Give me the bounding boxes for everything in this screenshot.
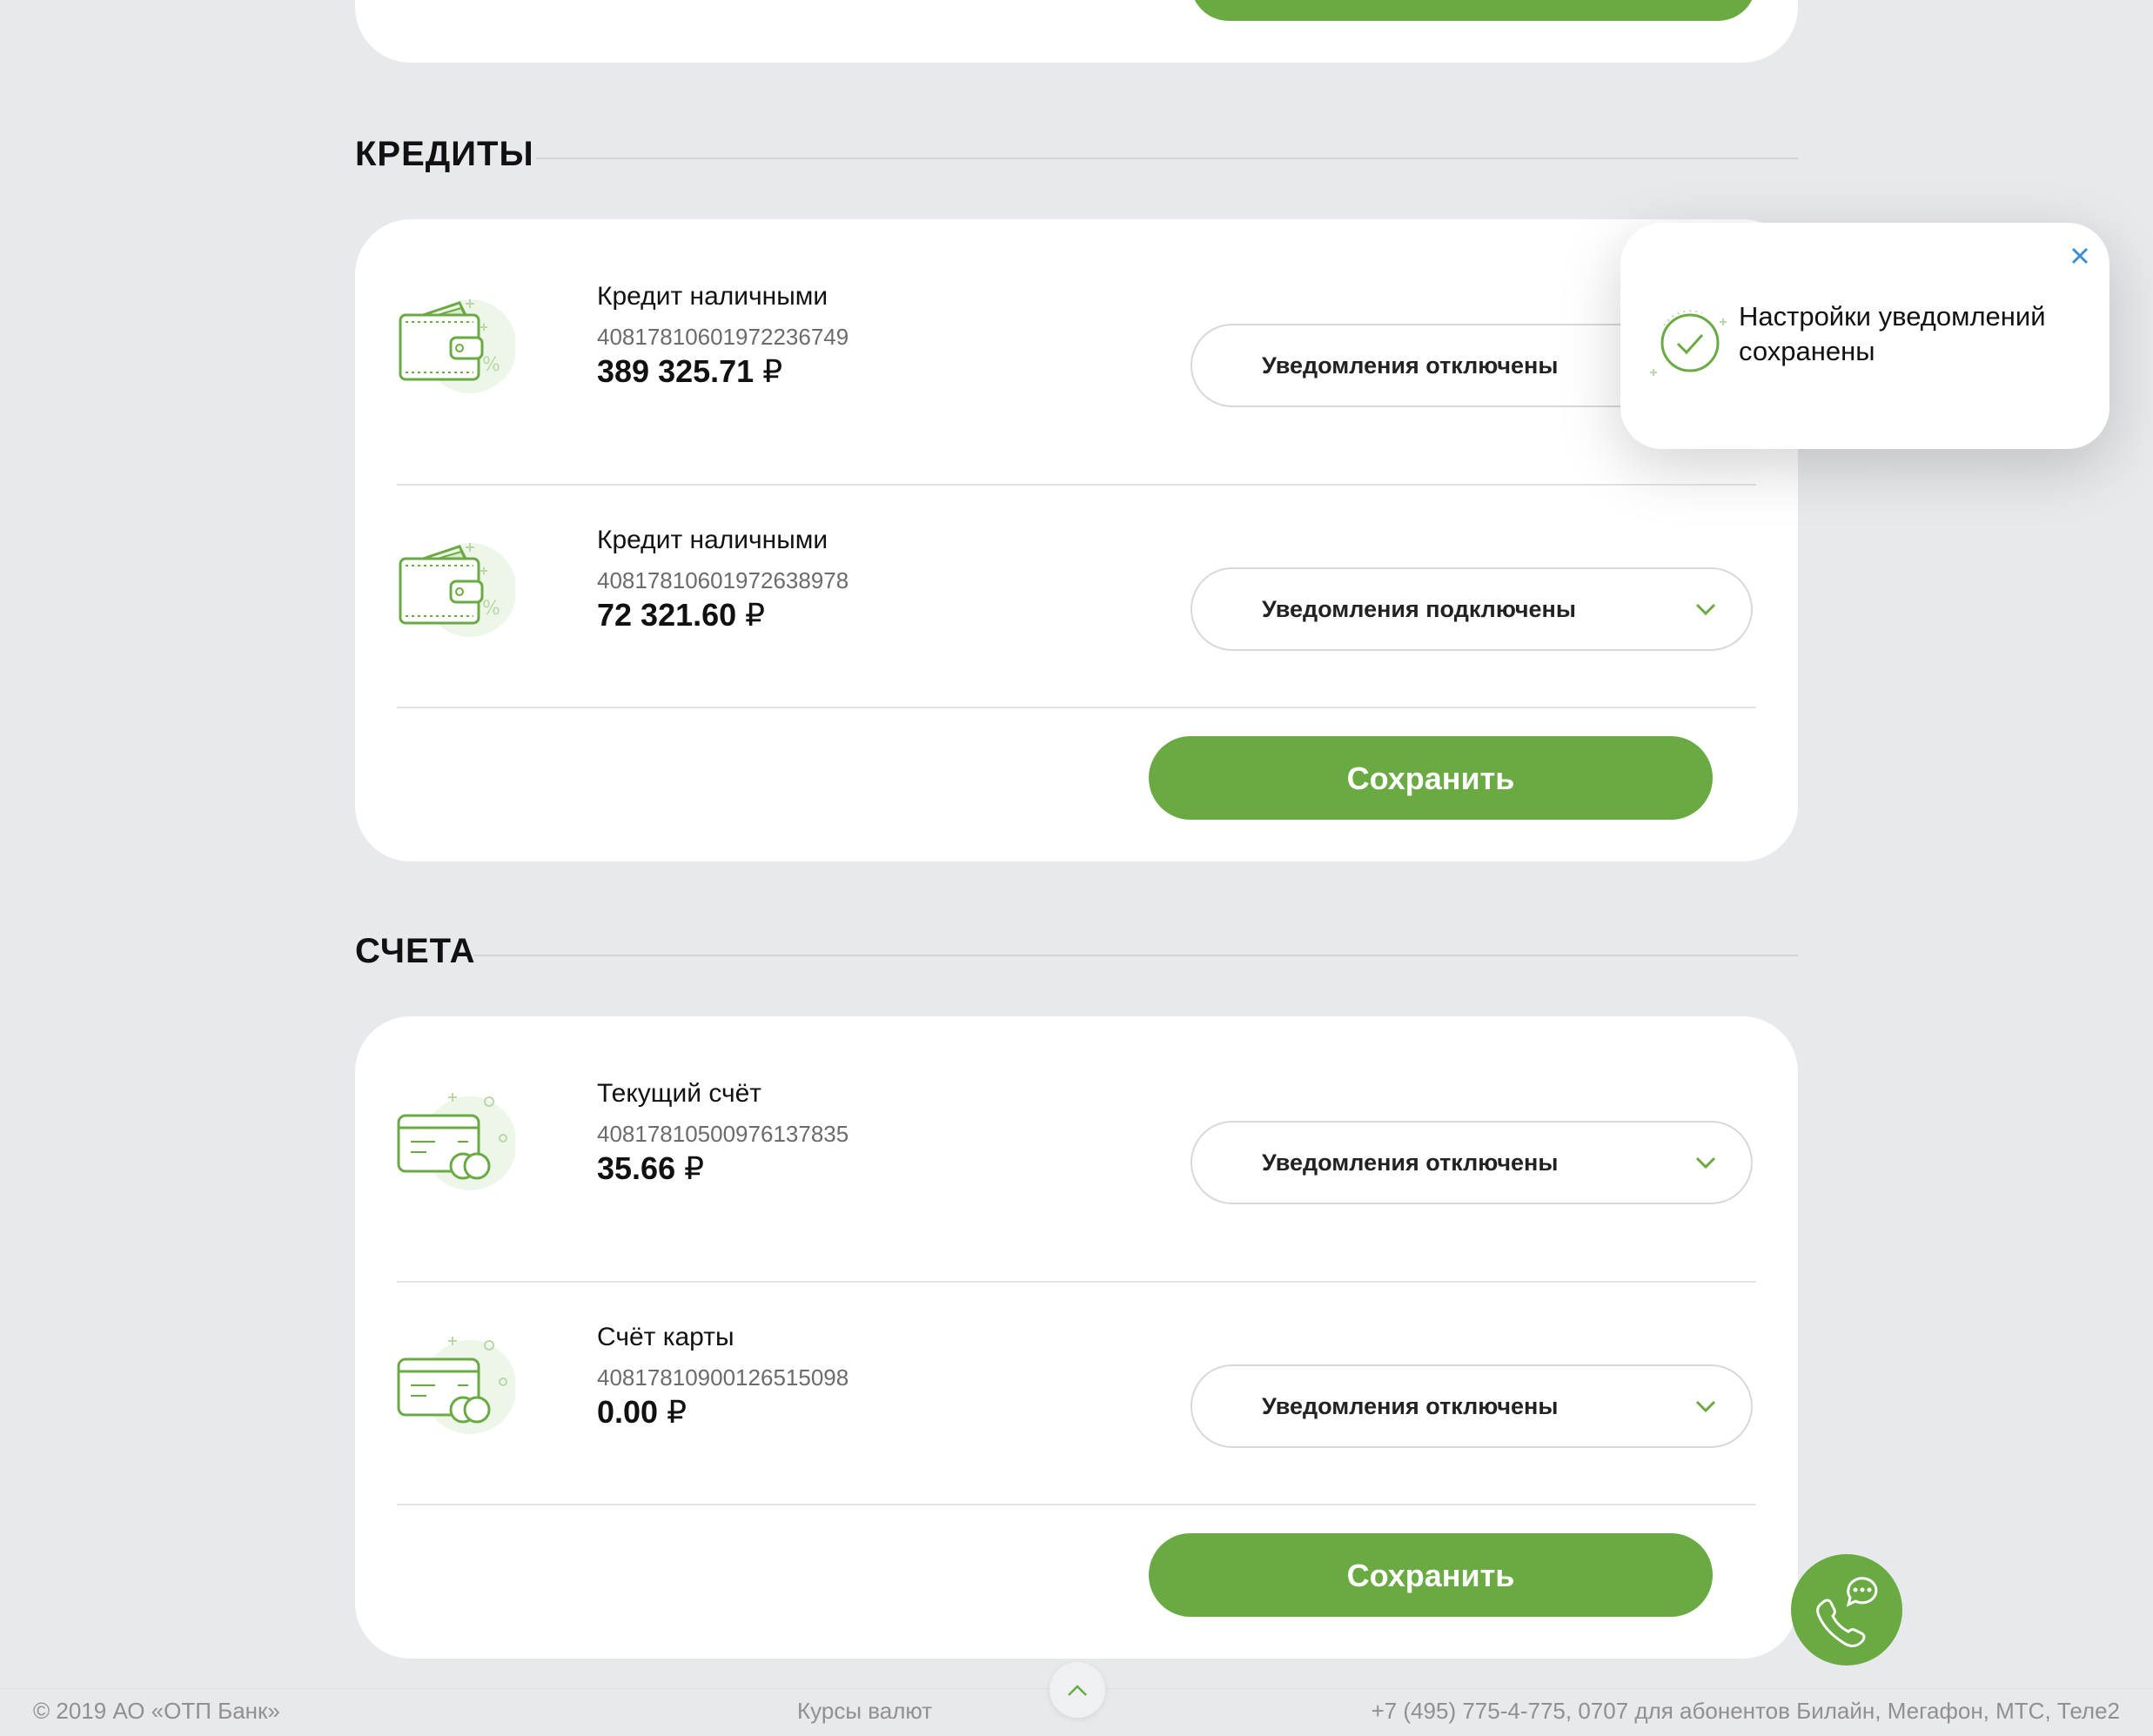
- chevron-up-icon: [1068, 1685, 1087, 1696]
- svg-text:%: %: [482, 354, 500, 376]
- product-balance: 0.00 ₽: [597, 1394, 687, 1431]
- notification-select[interactable]: Уведомления отключены: [1191, 1121, 1753, 1204]
- toast-message: Настройки уведомлений сохранены: [1739, 301, 2046, 366]
- section-title: СЧЕТА: [355, 932, 476, 970]
- section-title: КРЕДИТЫ: [355, 135, 534, 173]
- currency-sign: ₽: [667, 1394, 687, 1430]
- product-row: % Кредит наличными 40817810601972638978 …: [397, 463, 1756, 686]
- currency-sign: ₽: [745, 597, 766, 633]
- product-name: Счёт карты: [597, 1323, 734, 1351]
- copyright: © 2019 АО «ОТП Банк»: [33, 1698, 280, 1724]
- wallet-icon: %: [399, 543, 515, 637]
- account-number: 40817810601972638978: [597, 567, 849, 593]
- product-name: Кредит наличными: [597, 526, 828, 554]
- notification-select[interactable]: Уведомления подключены: [1191, 567, 1753, 651]
- account-number: 40817810601972236749: [597, 324, 849, 350]
- svg-text:%: %: [482, 598, 500, 620]
- credits-card: % Кредит наличными 40817810601972236749 …: [355, 219, 1798, 861]
- save-button[interactable]: Сохранить: [1149, 1533, 1713, 1617]
- notification-status: Уведомления отключены: [1262, 1393, 1559, 1419]
- exchange-rates-link[interactable]: Курсы валют: [797, 1698, 932, 1725]
- phone-chat-icon: [1816, 1577, 1878, 1647]
- section-divider: [536, 158, 1798, 159]
- notification-status: Уведомления отключены: [1262, 1150, 1559, 1176]
- product-balance: 35.66 ₽: [597, 1150, 704, 1187]
- accounts-card: Текущий счёт 40817810500976137835 35.66 …: [355, 1016, 1798, 1659]
- product-name: Текущий счёт: [597, 1079, 762, 1108]
- balance-value: 72 321.60: [597, 597, 737, 633]
- notification-select[interactable]: Уведомления отключены: [1191, 1364, 1753, 1448]
- chevron-down-icon: [1695, 1400, 1716, 1413]
- currency-sign: ₽: [684, 1150, 705, 1186]
- product-name: Кредит наличными: [597, 282, 828, 311]
- previous-save-button[interactable]: [1191, 0, 1756, 21]
- product-balance: 389 325.71 ₽: [597, 353, 782, 390]
- product-row: % Кредит наличными 40817810601972236749 …: [397, 219, 1756, 442]
- wallet-icon: %: [399, 299, 515, 393]
- save-button[interactable]: Сохранить: [1149, 736, 1713, 820]
- check-circle-icon: [1650, 310, 1727, 376]
- product-balance: 72 321.60 ₽: [597, 597, 765, 633]
- row-divider: [397, 1504, 1756, 1505]
- success-toast: Настройки уведомлений сохранены: [1620, 223, 2109, 449]
- notification-status: Уведомления подключены: [1262, 596, 1576, 622]
- account-number: 40817810900126515098: [597, 1364, 849, 1391]
- section-header-accounts: СЧЕТА: [355, 929, 1798, 973]
- section-divider: [473, 955, 1798, 956]
- balance-value: 389 325.71: [597, 353, 755, 389]
- currency-sign: ₽: [762, 353, 783, 389]
- scroll-to-top-button[interactable]: [1050, 1662, 1105, 1718]
- notification-status: Уведомления отключены: [1262, 352, 1559, 379]
- chevron-down-icon: [1695, 1156, 1716, 1170]
- product-row: Текущий счёт 40817810500976137835 35.66 …: [397, 1016, 1756, 1239]
- contact-fab-button[interactable]: [1791, 1554, 1902, 1666]
- row-divider: [397, 707, 1756, 708]
- balance-value: 0.00: [597, 1394, 659, 1430]
- account-number: 40817810500976137835: [597, 1121, 849, 1147]
- previous-section-card: [355, 0, 1798, 63]
- close-icon[interactable]: [2064, 240, 2096, 271]
- contact-phone: +7 (495) 775-4-775, 0707 для абонентов Б…: [1371, 1698, 2120, 1724]
- card-coins-icon: [397, 1337, 515, 1434]
- section-header-credits: КРЕДИТЫ: [355, 132, 1798, 176]
- card-coins-icon: [397, 1093, 515, 1190]
- balance-value: 35.66: [597, 1150, 676, 1186]
- product-row: Счёт карты 40817810900126515098 0.00 ₽ У…: [397, 1260, 1756, 1483]
- chevron-down-icon: [1695, 603, 1716, 616]
